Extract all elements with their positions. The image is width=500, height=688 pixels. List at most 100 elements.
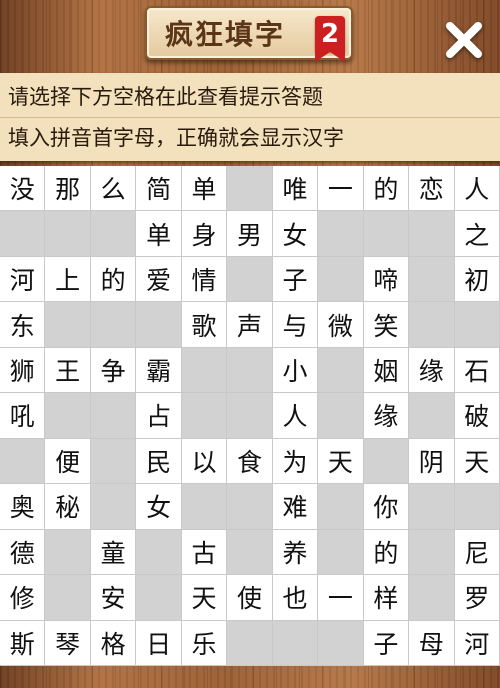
grid-cell[interactable]: 占 [136, 393, 182, 439]
grid-cell-blank[interactable] [45, 302, 91, 348]
grid-cell[interactable]: 难 [272, 484, 319, 530]
grid-cell[interactable]: 女 [272, 211, 319, 257]
grid-cell[interactable]: 之 [454, 211, 500, 257]
grid-cell[interactable]: 也 [272, 575, 319, 621]
grid-cell[interactable]: 缘 [363, 393, 410, 439]
grid-cell[interactable]: 情 [181, 256, 228, 303]
grid-cell-blank[interactable] [227, 484, 273, 530]
grid-cell-blank[interactable] [409, 484, 455, 530]
grid-cell[interactable]: 河 [454, 620, 500, 666]
grid-cell[interactable]: 斯 [0, 620, 46, 666]
grid-cell[interactable]: 德 [0, 529, 46, 576]
grid-cell[interactable]: 便 [45, 438, 91, 485]
grid-cell[interactable]: 破 [454, 393, 500, 439]
grid-cell-blank[interactable] [318, 393, 364, 439]
grid-cell[interactable]: 霸 [136, 347, 182, 394]
grid-cell[interactable]: 上 [45, 256, 91, 303]
grid-cell[interactable]: 河 [0, 256, 46, 303]
grid-cell[interactable]: 争 [90, 347, 137, 394]
grid-cell[interactable]: 子 [272, 256, 319, 303]
grid-cell-blank[interactable] [181, 347, 228, 394]
grid-cell[interactable]: 罗 [454, 575, 500, 621]
grid-cell[interactable]: 与 [272, 302, 319, 348]
grid-cell[interactable]: 姻 [363, 347, 410, 394]
grid-cell[interactable]: 一 [318, 166, 364, 212]
grid-cell-blank[interactable] [409, 256, 455, 303]
grid-cell[interactable]: 的 [90, 256, 137, 303]
grid-cell[interactable]: 爱 [136, 256, 182, 303]
grid-cell-blank[interactable] [363, 438, 410, 485]
grid-cell-blank[interactable] [409, 302, 455, 348]
grid-cell[interactable]: 男 [227, 211, 273, 257]
grid-cell[interactable]: 秘 [45, 484, 91, 530]
grid-cell[interactable]: 人 [272, 393, 319, 439]
grid-cell[interactable]: 古 [181, 529, 228, 576]
grid-cell[interactable]: 天 [181, 575, 228, 621]
grid-cell[interactable]: 没 [0, 166, 46, 212]
grid-cell[interactable]: 小 [272, 347, 319, 394]
grid-cell-blank[interactable] [181, 484, 228, 530]
grid-cell[interactable]: 为 [272, 438, 319, 485]
grid-cell-blank[interactable] [318, 256, 364, 303]
grid-cell[interactable]: 修 [0, 575, 46, 621]
grid-cell[interactable]: 子 [363, 620, 410, 666]
grid-cell-blank[interactable] [227, 529, 273, 576]
grid-cell[interactable]: 民 [136, 438, 182, 485]
grid-cell[interactable]: 的 [363, 529, 410, 576]
grid-cell[interactable]: 恋 [409, 166, 455, 212]
grid-cell-blank[interactable] [181, 393, 228, 439]
grid-cell-blank[interactable] [90, 302, 137, 348]
grid-cell-blank[interactable] [227, 393, 273, 439]
grid-cell-blank[interactable] [318, 529, 364, 576]
grid-cell[interactable]: 单 [181, 166, 228, 212]
grid-cell-blank[interactable] [45, 575, 91, 621]
grid-cell-blank[interactable] [318, 484, 364, 530]
grid-cell[interactable]: 琴 [45, 620, 91, 666]
grid-cell-blank[interactable] [454, 302, 500, 348]
grid-cell[interactable]: 石 [454, 347, 500, 394]
grid-cell[interactable]: 养 [272, 529, 319, 576]
grid-cell-blank[interactable] [45, 529, 91, 576]
grid-cell[interactable]: 奥 [0, 484, 46, 530]
grid-cell[interactable]: 吼 [0, 393, 46, 439]
grid-cell[interactable]: 样 [363, 575, 410, 621]
grid-cell-blank[interactable] [409, 211, 455, 257]
grid-cell[interactable]: 狮 [0, 347, 46, 394]
grid-cell-blank[interactable] [45, 393, 91, 439]
grid-cell[interactable]: 母 [409, 620, 455, 666]
grid-cell-blank[interactable] [136, 575, 182, 621]
grid-cell-blank[interactable] [45, 211, 91, 257]
grid-cell[interactable]: 声 [227, 302, 273, 348]
grid-cell[interactable]: 天 [454, 438, 500, 485]
grid-cell[interactable]: 歌 [181, 302, 228, 348]
close-button[interactable] [436, 12, 492, 68]
grid-cell-blank[interactable] [227, 166, 273, 212]
grid-cell-blank[interactable] [90, 438, 137, 485]
grid-cell-blank[interactable] [272, 620, 319, 666]
grid-cell[interactable]: 你 [363, 484, 410, 530]
grid-cell[interactable]: 安 [90, 575, 137, 621]
grid-cell-blank[interactable] [136, 302, 182, 348]
grid-cell[interactable]: 初 [454, 256, 500, 303]
grid-cell[interactable]: 天 [318, 438, 364, 485]
grid-cell[interactable]: 尼 [454, 529, 500, 576]
grid-cell[interactable]: 么 [90, 166, 137, 212]
grid-cell[interactable]: 乐 [181, 620, 228, 666]
grid-cell[interactable]: 唯 [272, 166, 319, 212]
grid-cell-blank[interactable] [0, 438, 46, 485]
grid-cell[interactable]: 食 [227, 438, 273, 485]
grid-cell-blank[interactable] [318, 620, 364, 666]
grid-cell[interactable]: 那 [45, 166, 91, 212]
grid-cell[interactable]: 格 [90, 620, 137, 666]
grid-cell-blank[interactable] [136, 529, 182, 576]
grid-cell-blank[interactable] [227, 620, 273, 666]
grid-cell[interactable]: 童 [90, 529, 137, 576]
grid-cell[interactable]: 笑 [363, 302, 410, 348]
grid-cell[interactable]: 东 [0, 302, 46, 348]
grid-cell[interactable]: 的 [363, 166, 410, 212]
grid-cell-blank[interactable] [227, 347, 273, 394]
grid-cell-blank[interactable] [454, 484, 500, 530]
grid-cell[interactable]: 啼 [363, 256, 410, 303]
grid-cell[interactable]: 微 [318, 302, 364, 348]
grid-cell-blank[interactable] [318, 347, 364, 394]
